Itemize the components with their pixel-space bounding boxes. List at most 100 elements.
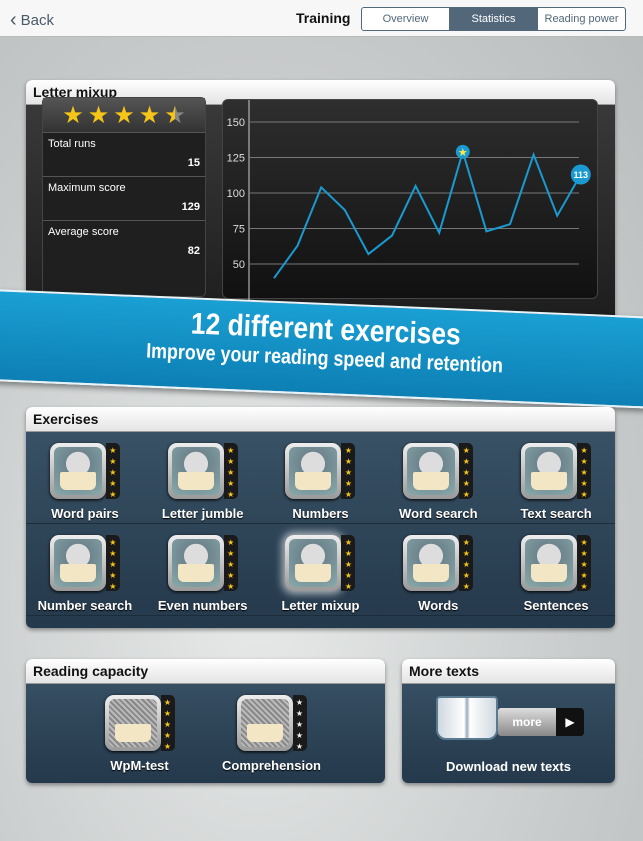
star-icon: ★ [344,582,353,591]
star-level: ★ ★ ★ ★ ★ [105,535,120,591]
exercises-panel: Exercises ★ ★ ★ ★ ★ Word pairs ★ ★ ★ ★ ★ Letter jum… [26,407,615,628]
more-button[interactable]: more ▶ [498,708,584,736]
star-icon: ★ [458,147,468,159]
star-icon: ★ [138,101,161,129]
star-level: ★ ★ ★ ★ ★ [459,443,474,499]
exercise-item[interactable]: ★ ★ ★ ★ ★ WpM-test [85,684,195,776]
chevron-left-icon: ‹ [10,9,17,31]
stats-box: ★ ★ ★ ★ ★ Total runs 15 Maximum score 129 Aver… [42,97,206,297]
exercise-item[interactable]: ★ ★ ★ ★ ★ Letter jumble [143,432,262,524]
tab-overview[interactable]: Overview [362,8,450,30]
segmented-control: Overview Statistics Reading power [361,7,626,31]
exercise-item[interactable]: ★ ★ ★ ★ ★ Sentences [497,524,615,616]
y-tick-label: 75 [233,224,245,236]
star-icon: ★ [163,742,172,751]
star-level: ★ ★ ★ ★ ★ [223,443,238,499]
star-icon: ★ [295,742,304,751]
stopwatch-book-icon [285,443,342,499]
star-icon: ★ [344,479,353,488]
exercise-item[interactable]: ★ ★ ★ ★ ★ Words [379,524,498,616]
stopwatch-book-icon [167,535,224,591]
star-icon: ★ [580,571,588,580]
star-icon: ★ [462,571,470,580]
stopwatch-book-icon [403,535,460,591]
star-icon: ★ [462,479,470,488]
star-icon: ★ [227,582,235,591]
exercise-item[interactable]: ★ ★ ★ ★ ★ Numbers [261,432,380,524]
letters-book-icon [104,695,161,751]
star-icon: ★ [295,731,304,740]
tab-reading-power[interactable]: Reading power [538,8,625,30]
star-rating: ★ ★ ★ ★ ★ [43,98,205,132]
open-book-icon [436,696,498,740]
star-level: ★ ★ ★ ★ ★ [577,443,592,499]
panel-title: Exercises [26,407,615,432]
star-level: ★ ★ ★ ★ ★ [577,535,592,591]
star-icon: ★ [227,560,235,569]
star-icon: ★ [344,560,353,569]
star-icon: ★ [295,698,304,707]
star-icon: ★ [462,538,470,547]
exercise-item[interactable]: ★ ★ ★ ★ ★ Even numbers [143,524,262,616]
exercise-item[interactable]: ★ ★ ★ ★ ★ Text search [497,432,615,524]
star-icon: ★ [113,101,135,129]
star-icon: ★ [580,457,588,466]
star-icon: ★ [462,560,470,569]
letters-book-icon [236,695,293,751]
star-icon: ★ [109,582,117,591]
stat-max-score: Maximum score 129 [43,176,205,220]
star-level: ★ ★ ★ ★ ★ [341,535,356,591]
chart-svg: 150 125 100 75 50 ★ 113 [227,100,591,300]
star-icon: ★ [87,101,110,129]
star-icon: ★ [580,549,588,558]
star-icon: ★ [462,582,470,591]
star-icon: ★ [109,479,117,488]
star-level: ★ ★ ★ ★ ★ [223,535,238,591]
exercise-item[interactable]: ★ ★ ★ ★ ★ Number search [26,524,144,616]
stat-avg-score: Average score 82 [43,220,205,264]
star-icon: ★ [344,549,353,558]
exercise-item[interactable]: ★ ★ ★ ★ ★ Letter mixup [261,524,380,616]
star-icon: ★ [227,457,235,466]
stopwatch-book-icon [521,443,578,499]
star-icon: ★ [580,468,588,477]
star-icon: ★ [227,468,235,477]
download-texts-button[interactable]: more ▶ Download new texts [402,684,615,783]
stopwatch-book-icon [285,535,342,591]
y-tick-label: 125 [227,153,245,165]
star-icon: ★ [295,720,304,729]
star-icon: ★ [580,479,588,488]
star-icon: ★ [109,490,117,499]
star-icon: ★ [109,446,117,455]
star-icon: ★ [163,698,172,707]
reading-capacity-items: ★ ★ ★ ★ ★ WpM-test ★ ★ ★ ★ ★ Comprehension [26,684,385,776]
star-icon: ★ [462,457,470,466]
star-icon: ★ [109,538,117,547]
star-icon: ★ [580,490,588,499]
star-icon: ★ [109,560,117,569]
tab-statistics[interactable]: Statistics [450,8,538,30]
stopwatch-book-icon [49,535,106,591]
reading-capacity-panel: Reading capacity ★ ★ ★ ★ ★ WpM-test ★ ★ ★ ★ ★ Compr… [26,659,385,783]
stats-panel: Letter mixup ★ ★ ★ ★ ★ Total runs 15 Maximum … [26,80,615,330]
half-star-icon: ★ [164,101,186,129]
play-arrow-icon: ▶ [556,708,584,736]
score-chart: 150 125 100 75 50 ★ 113 [222,99,598,300]
star-icon: ★ [109,571,117,580]
exercise-item[interactable]: ★ ★ ★ ★ ★ Word pairs [26,432,144,524]
star-icon: ★ [462,549,470,558]
star-icon: ★ [580,538,588,547]
star-icon: ★ [109,457,117,466]
star-icon: ★ [109,468,117,477]
star-icon: ★ [163,709,172,718]
exercise-item[interactable]: ★ ★ ★ ★ ★ Word search [379,432,498,524]
star-icon: ★ [227,571,235,580]
back-button[interactable]: ‹ Back [10,9,54,32]
stopwatch-book-icon [521,535,578,591]
exercise-item[interactable]: ★ ★ ★ ★ ★ Comprehension [217,684,327,776]
star-icon: ★ [344,446,353,455]
star-icon: ★ [295,709,304,718]
star-icon: ★ [163,731,172,740]
stopwatch-book-icon [167,443,224,499]
star-icon: ★ [344,538,353,547]
